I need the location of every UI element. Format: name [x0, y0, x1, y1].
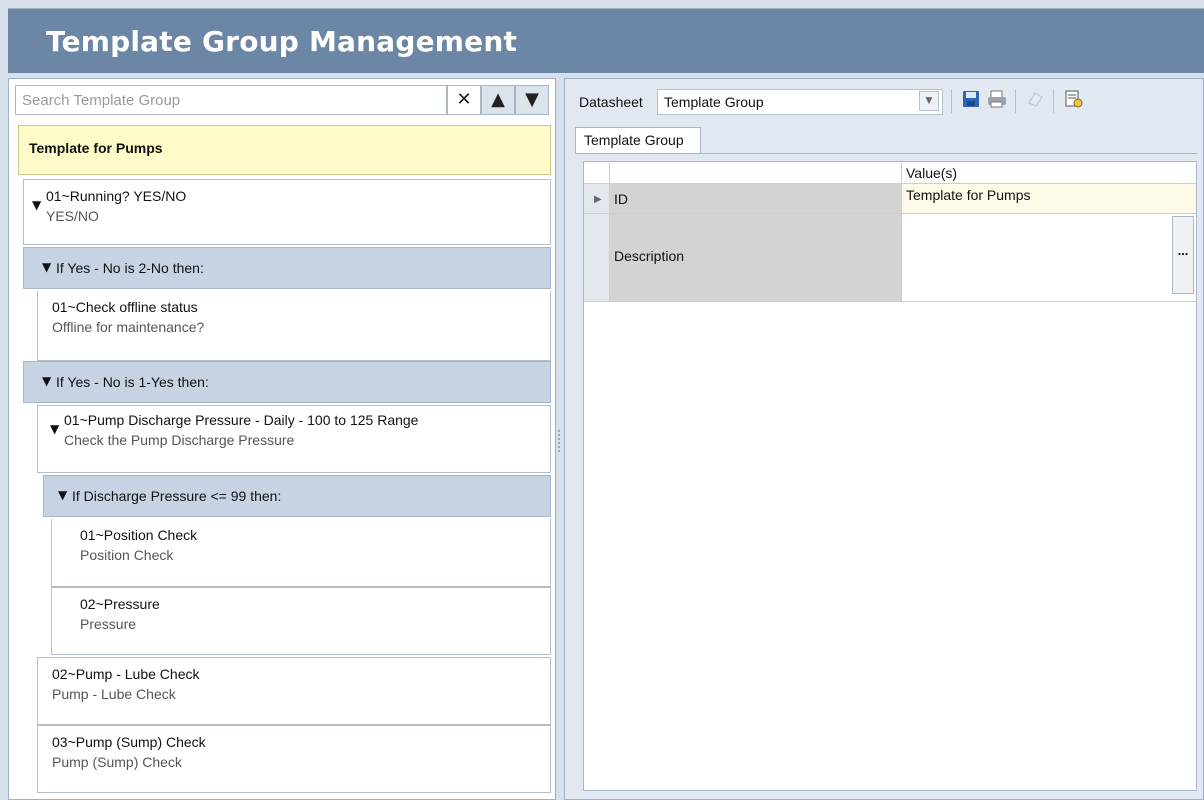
- tree-node-pressure[interactable]: 02~Pressure Pressure: [51, 587, 551, 655]
- tree-node-lube-check[interactable]: 02~Pump - Lube Check Pump - Lube Check: [37, 657, 551, 725]
- datasheet-grid: Value(s) ▶ ID Template for Pumps Descrip…: [583, 161, 1197, 791]
- node-title: 01~Position Check: [80, 527, 198, 543]
- report-icon[interactable]: [1061, 89, 1085, 113]
- node-title: 02~Pump - Lube Check: [52, 666, 200, 682]
- toolbar-divider: [1053, 89, 1054, 113]
- tree-node-check-offline[interactable]: 01~Check offline status Offline for main…: [37, 291, 551, 361]
- column-header-name: [610, 162, 902, 184]
- expand-icon[interactable]: ▼: [32, 198, 41, 212]
- splitter-grip-icon[interactable]: [558, 430, 563, 452]
- node-title: 03~Pump (Sump) Check: [52, 734, 206, 750]
- condition-node[interactable]: ▼ If Yes - No is 2-No then:: [23, 247, 551, 289]
- field-name-id: ID: [610, 184, 902, 214]
- condition-label: If Yes - No is 2-No then:: [56, 260, 204, 276]
- node-subtitle: YES/NO: [46, 208, 99, 224]
- window: Template Group Management Search Templat…: [0, 0, 1204, 800]
- node-subtitle: Check the Pump Discharge Pressure: [64, 432, 295, 448]
- tree-node-position-check[interactable]: 01~Position Check Position Check: [51, 519, 551, 587]
- condition-node[interactable]: ▼ If Yes - No is 1-Yes then:: [23, 361, 551, 403]
- tree-node-discharge-pressure[interactable]: ▼ 01~Pump Discharge Pressure - Daily - 1…: [37, 405, 551, 473]
- node-subtitle: Position Check: [80, 547, 174, 563]
- toolbar-divider: [1015, 89, 1016, 113]
- condition-label: If Discharge Pressure <= 99 then:: [72, 488, 282, 504]
- datasheet-label: Datasheet: [579, 94, 643, 110]
- tab-template-group[interactable]: Template Group: [575, 127, 701, 153]
- clear-search-button[interactable]: ✕: [447, 85, 481, 115]
- ellipsis-button[interactable]: ...: [1172, 216, 1194, 294]
- field-value-description[interactable]: [902, 214, 1196, 302]
- clear-icon[interactable]: [1023, 89, 1047, 113]
- template-tree-panel: Search Template Group ✕ ▲ ▼ Template for…: [8, 78, 556, 800]
- node-title: 01~Pump Discharge Pressure - Daily - 100…: [64, 412, 419, 428]
- template-group-node[interactable]: Template for Pumps: [18, 125, 551, 175]
- expand-icon[interactable]: ▼: [58, 488, 67, 502]
- node-title: 02~Pressure: [80, 596, 160, 612]
- print-icon[interactable]: [985, 89, 1009, 113]
- condition-node[interactable]: ▼ If Discharge Pressure <= 99 then:: [43, 475, 551, 517]
- expand-icon[interactable]: ▼: [42, 374, 51, 388]
- save-icon[interactable]: [959, 89, 983, 113]
- tree-node-sump-check[interactable]: 03~Pump (Sump) Check Pump (Sump) Check: [37, 725, 551, 793]
- title-bar: Template Group Management: [8, 8, 1204, 73]
- node-subtitle: Pump (Sump) Check: [52, 754, 182, 770]
- field-name-description: Description: [610, 214, 902, 302]
- search-up-button[interactable]: ▲: [481, 85, 515, 115]
- chevron-down-icon[interactable]: ▼: [919, 91, 939, 111]
- node-title: 01~Check offline status: [52, 299, 198, 315]
- tree-node-running[interactable]: ▼ 01~Running? YES/NO YES/NO: [23, 179, 551, 245]
- datasheet-panel: Datasheet Template Group ▼ Template Grou…: [564, 78, 1204, 800]
- expand-icon[interactable]: ▼: [50, 422, 59, 436]
- column-header-values: Value(s): [902, 162, 1196, 184]
- node-subtitle: Offline for maintenance?: [52, 319, 205, 335]
- node-subtitle: Pressure: [80, 616, 137, 632]
- search-row: Search Template Group ✕ ▲ ▼: [15, 85, 555, 117]
- page-title: Template Group Management: [46, 25, 518, 58]
- search-down-button[interactable]: ▼: [515, 85, 549, 115]
- row-selector-icon[interactable]: ▶: [584, 184, 610, 214]
- field-value-id[interactable]: Template for Pumps: [902, 184, 1196, 214]
- condition-label: If Yes - No is 1-Yes then:: [56, 374, 209, 390]
- node-subtitle: Pump - Lube Check: [52, 686, 176, 702]
- row-header-spacer: [584, 162, 610, 184]
- datasheet-select[interactable]: Template Group: [657, 89, 943, 115]
- group-title: Template for Pumps: [29, 140, 163, 156]
- search-input[interactable]: Search Template Group: [15, 85, 447, 115]
- toolbar-divider: [951, 89, 952, 113]
- node-title: 01~Running? YES/NO: [46, 188, 187, 204]
- expand-icon[interactable]: ▼: [42, 260, 51, 274]
- tab-divider: [575, 153, 1197, 154]
- template-tree: Template for Pumps ▼ 01~Running? YES/NO …: [9, 125, 555, 797]
- row-selector[interactable]: [584, 214, 610, 302]
